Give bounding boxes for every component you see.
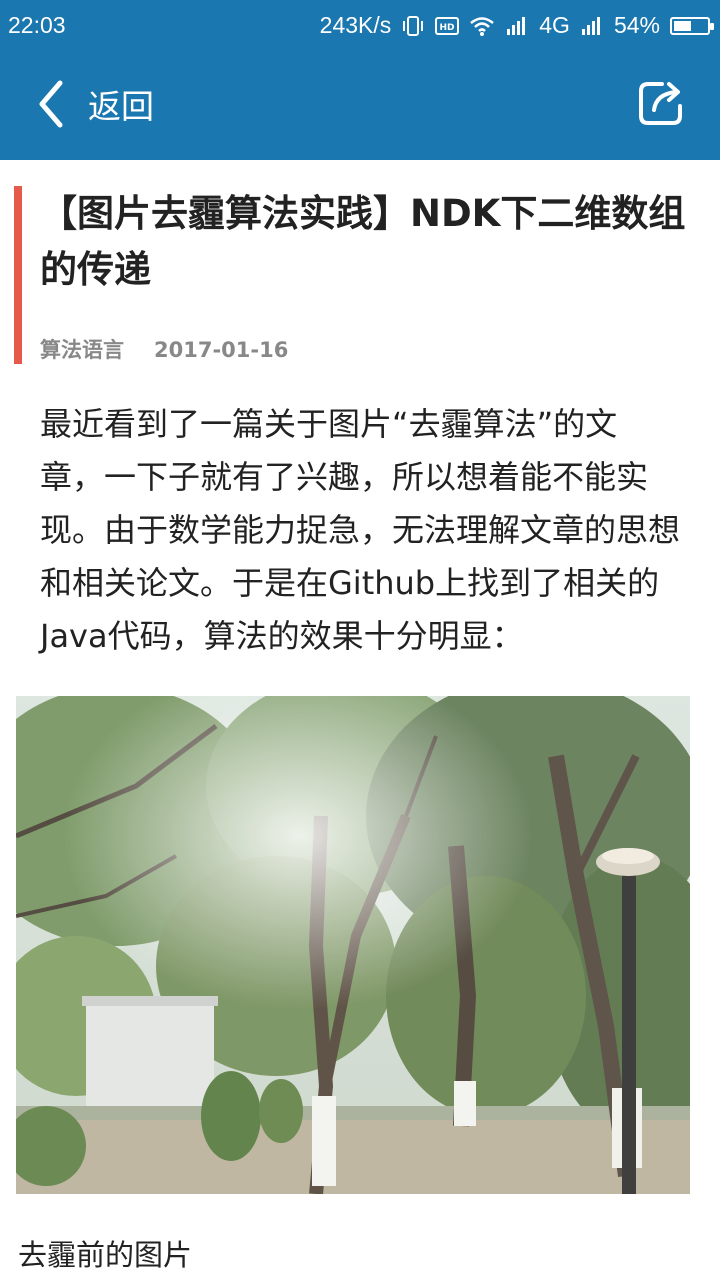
battery-level bbox=[674, 20, 691, 31]
network-type: 4G bbox=[539, 12, 570, 38]
svg-text:HD: HD bbox=[440, 23, 455, 33]
hd-icon: HD bbox=[435, 16, 460, 35]
battery-icon bbox=[670, 16, 714, 35]
chevron-left-icon bbox=[39, 80, 63, 128]
share-icon[interactable] bbox=[636, 78, 686, 128]
article-header: 【图片去霾算法实践】NDK下二维数组的传递 算法语言 2017-01-16 bbox=[14, 186, 712, 364]
article-title: 【图片去霾算法实践】NDK下二维数组的传递 bbox=[40, 192, 686, 291]
signal-icon bbox=[581, 16, 600, 35]
signal-icon bbox=[507, 16, 526, 35]
status-bar: 22:03 243K/s HD 4G 54% bbox=[0, 0, 720, 52]
back-button[interactable]: 返回 bbox=[36, 74, 154, 134]
battery-percent: 54% bbox=[613, 12, 660, 38]
article-image bbox=[16, 696, 690, 1194]
vibrate-icon bbox=[403, 15, 424, 36]
article-category[interactable]: 算法语言 bbox=[40, 338, 124, 362]
status-icons: 243K/s HD 4G 54% bbox=[319, 12, 714, 39]
article-meta: 算法语言 2017-01-16 bbox=[40, 334, 288, 364]
article-date: 2017-01-16 bbox=[154, 338, 289, 362]
image-caption: 去霾前的图片 bbox=[18, 1238, 193, 1272]
article-paragraph: 最近看到了一篇关于图片“去霾算法”的文章，一下子就有了兴趣，所以想着能不能实现。… bbox=[40, 405, 681, 655]
wifi-icon bbox=[470, 16, 495, 36]
app-bar: 返回 bbox=[0, 52, 720, 160]
net-speed: 243K/s bbox=[319, 12, 392, 38]
status-time: 22:03 bbox=[8, 12, 66, 38]
back-label: 返回 bbox=[88, 87, 154, 126]
